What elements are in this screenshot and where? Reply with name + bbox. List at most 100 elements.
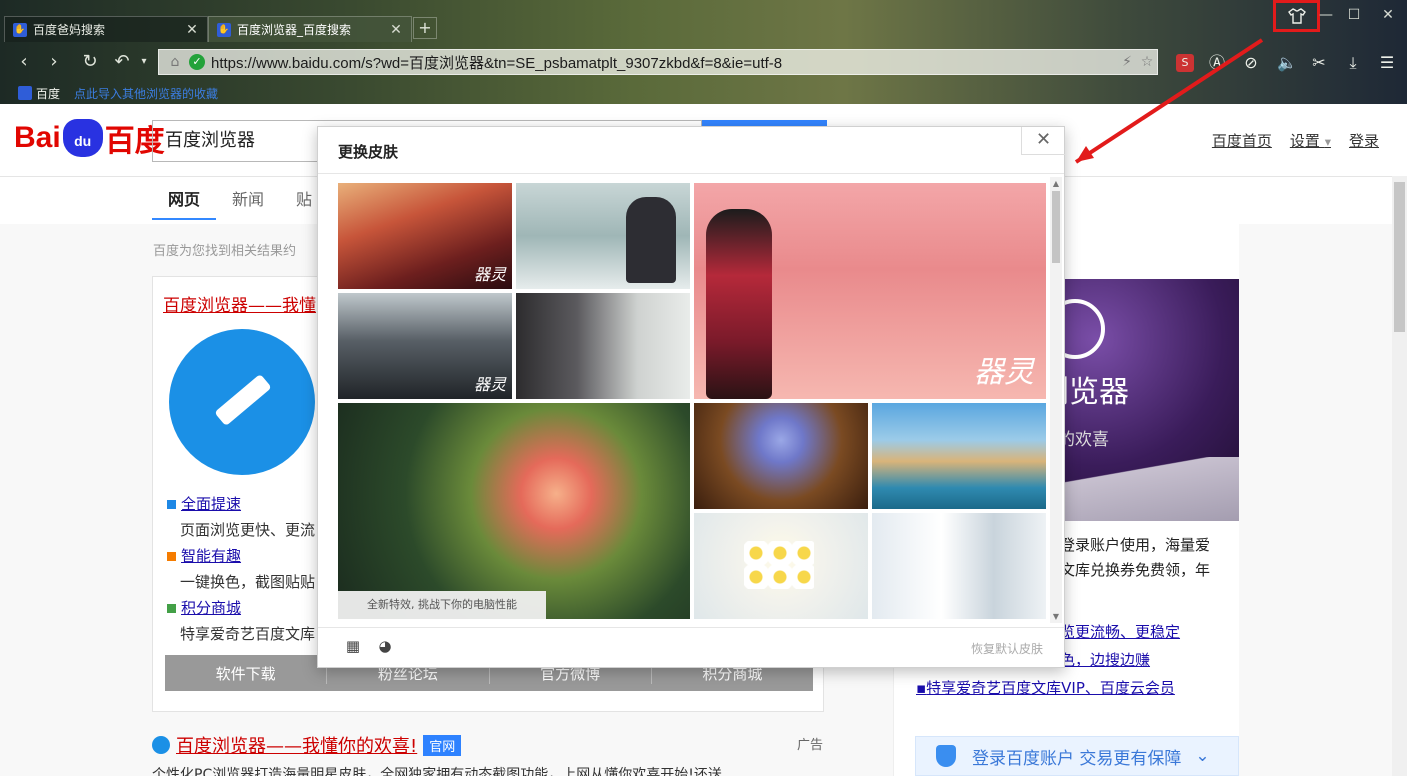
link-settings[interactable]: 设置 ▾ xyxy=(1290,130,1331,151)
download-bar-item[interactable]: 软件下载 xyxy=(165,662,328,684)
ad-description: 个性化PC浏览器打造海量明星皮肤，全网独家拥有动态截图功能，上网从懂你欢喜开始!… xyxy=(152,767,722,776)
thumb-watermark: 器灵 xyxy=(473,265,506,284)
skin-thumb-venice[interactable] xyxy=(872,403,1046,509)
panel-footer-divider xyxy=(318,627,1064,628)
speaker-icon[interactable]: 🔈 xyxy=(1276,52,1298,74)
url-input[interactable]: https://www.baidu.com/s?wd=百度浏览器&tn=SE_p… xyxy=(211,52,1117,73)
skin-panel-title: 更换皮肤 xyxy=(338,143,399,161)
logo-text-bai: Bai xyxy=(14,121,61,154)
link-login[interactable]: 登录 xyxy=(1349,130,1379,151)
baidu-browser-small-icon xyxy=(152,736,170,754)
skin-thumb-qiling-storm[interactable]: 器灵 xyxy=(338,293,512,399)
skin-thumb-white-window[interactable] xyxy=(872,513,1046,619)
address-bar[interactable]: ⌂ ✓ https://www.baidu.com/s?wd=百度浏览器&tn=… xyxy=(158,49,1158,75)
feature-item: 全面提速 xyxy=(167,493,241,514)
skin-thumb-blue-flowers[interactable] xyxy=(694,403,868,509)
skin-button[interactable] xyxy=(1273,0,1320,32)
ad-title-link[interactable]: 百度浏览器——我懂你的欢喜! xyxy=(176,732,417,758)
baidu-browser-logo-icon[interactable] xyxy=(169,329,315,475)
skin-thumb-rose-large[interactable]: 全新特效, 挑战下你的电脑性能 xyxy=(338,403,690,619)
compass-icon[interactable]: ⊘ xyxy=(1240,52,1262,74)
skin-thumb-daisies[interactable] xyxy=(694,513,868,619)
feature-link[interactable]: 积分商城 xyxy=(181,599,241,617)
download-icon[interactable]: ⤓ xyxy=(1342,52,1364,74)
skin-thumb-qiling-pink-large[interactable]: 器灵 xyxy=(694,183,1046,399)
tab-title: 百度爸妈搜索 xyxy=(33,23,106,37)
star-icon[interactable]: ☆ xyxy=(1137,54,1157,70)
promo-image[interactable]: 浏览器 你的欢喜 xyxy=(1035,279,1239,521)
panel-divider xyxy=(318,173,1064,174)
link-baidu-home[interactable]: 百度首页 xyxy=(1212,130,1272,151)
right-text-line: 文库兑换券免费领，年 xyxy=(1060,561,1211,579)
top-links: 百度首页 设置 ▾ 登录 xyxy=(1212,130,1379,151)
bookmark-baidu[interactable]: 百度 xyxy=(18,85,60,102)
mountain-graphic xyxy=(1035,457,1239,521)
bullet-icon xyxy=(167,604,176,613)
menu-icon[interactable]: ☰ xyxy=(1376,52,1398,74)
bookmarks-bar: 百度 点此导入其他浏览器的收藏 xyxy=(0,82,1407,104)
result-title-link[interactable]: 百度浏览器——我懂 xyxy=(163,291,316,316)
browser-chrome: ✋ 百度爸妈搜索 ✕ ✋ 百度浏览器_百度搜索 ✕ + — ☐ ✕ ‹ › ↻ … xyxy=(0,0,1407,104)
official-badge[interactable]: 官网 xyxy=(423,734,462,756)
lightning-icon[interactable]: ⚡ xyxy=(1117,54,1137,70)
skin-thumb-qiling-city[interactable]: 器灵 xyxy=(338,183,512,289)
bookmark-label: 百度 xyxy=(36,86,61,101)
scissors-icon[interactable]: ✂ xyxy=(1308,52,1330,74)
scroll-down-icon[interactable]: ▼ xyxy=(1050,612,1062,621)
forward-arrow-icon[interactable]: › xyxy=(44,52,64,72)
refresh-icon[interactable]: ↻ xyxy=(80,52,100,72)
feature-desc: 页面浏览更快、更流 xyxy=(180,521,316,539)
baidu-logo[interactable]: Bai du 百度 xyxy=(14,118,165,159)
panel-scrollbar[interactable]: ▲ ▼ xyxy=(1050,177,1062,623)
back-arrow-icon[interactable]: ‹ xyxy=(14,52,34,72)
mode-icon[interactable]: ⌂ xyxy=(165,54,185,70)
skin-thumb-snow-boy[interactable] xyxy=(516,183,690,289)
tab-baidu-browser-search[interactable]: ✋ 百度浏览器_百度搜索 ✕ xyxy=(208,16,412,42)
adblock-icon[interactable]: Ⓐ xyxy=(1206,52,1228,74)
figure-shape xyxy=(626,197,676,283)
new-tab-button[interactable]: + xyxy=(413,17,437,39)
tab-close-icon[interactable]: ✕ xyxy=(389,22,403,38)
tab-web[interactable]: 网页 xyxy=(152,186,217,220)
palette-icon[interactable]: ◕ xyxy=(376,637,394,655)
scrollbar-thumb[interactable] xyxy=(1394,182,1405,332)
bullet-icon xyxy=(167,552,176,561)
tab-baidu-parent-search[interactable]: ✋ 百度爸妈搜索 ✕ xyxy=(4,16,208,42)
settings-label: 设置 xyxy=(1289,132,1320,150)
chevron-down-icon: ⌄ xyxy=(1195,746,1210,766)
tab-news[interactable]: 新闻 xyxy=(216,186,280,220)
login-bar[interactable]: 登录百度账户 交易更有保障 ⌄ xyxy=(915,736,1239,776)
daisy-pattern xyxy=(744,541,814,589)
maximize-button[interactable]: ☐ xyxy=(1342,6,1366,24)
custom-skin-icon[interactable]: ▦ xyxy=(344,637,362,655)
right-link[interactable]: 览更流畅、更稳定 xyxy=(1060,621,1180,642)
scroll-up-icon[interactable]: ▲ xyxy=(1050,179,1062,188)
right-link[interactable]: ▪特享爱奇艺百度文库VIP、百度云会员 xyxy=(916,677,1175,698)
undo-icon[interactable]: ↶ xyxy=(112,52,132,72)
figure-shape xyxy=(706,209,772,399)
baidu-favicon-icon: ✋ xyxy=(13,22,27,37)
thumb-watermark: 器灵 xyxy=(974,355,1034,390)
undo-dropdown-icon[interactable]: ▾ xyxy=(134,52,154,72)
feature-link[interactable]: 全面提速 xyxy=(181,495,241,513)
ad-tag: 广告 xyxy=(797,738,824,753)
right-link[interactable]: 色，边搜边赚 xyxy=(1060,649,1150,670)
tab-close-icon[interactable]: ✕ xyxy=(185,22,199,38)
close-icon[interactable]: ✕ xyxy=(1021,127,1065,155)
panel-scrollbar-thumb[interactable] xyxy=(1052,191,1060,263)
login-bar-label: 登录百度账户 交易更有保障 xyxy=(972,748,1182,769)
close-window-button[interactable]: ✕ xyxy=(1376,6,1400,24)
baidu-favicon-icon xyxy=(18,86,32,100)
sogou-extension-icon[interactable]: S xyxy=(1176,54,1194,72)
import-bookmarks-link[interactable]: 点此导入其他浏览器的收藏 xyxy=(74,85,218,102)
right-link-text: 特享爱奇艺百度文库VIP、百度云会员 xyxy=(926,679,1175,697)
skin-panel: 更换皮肤 ✕ 器灵 器灵 器灵 全新特效, 挑战下你的电脑性能 ▲ ▼ ▦ ◕ … xyxy=(317,126,1065,668)
tab-title: 百度浏览器_百度搜索 xyxy=(237,23,352,37)
page-scrollbar[interactable] xyxy=(1392,176,1407,776)
feature-link[interactable]: 智能有趣 xyxy=(181,547,241,565)
search-nav-tabs: 网页 新闻 贴 xyxy=(152,186,328,220)
ad-result-title: 百度浏览器——我懂你的欢喜! 官网 xyxy=(152,732,462,758)
skin-thumb-couple-balcony[interactable] xyxy=(516,293,690,399)
minimize-button[interactable]: — xyxy=(1314,6,1338,24)
restore-default-skin-link[interactable]: 恢复默认皮肤 xyxy=(971,640,1043,657)
